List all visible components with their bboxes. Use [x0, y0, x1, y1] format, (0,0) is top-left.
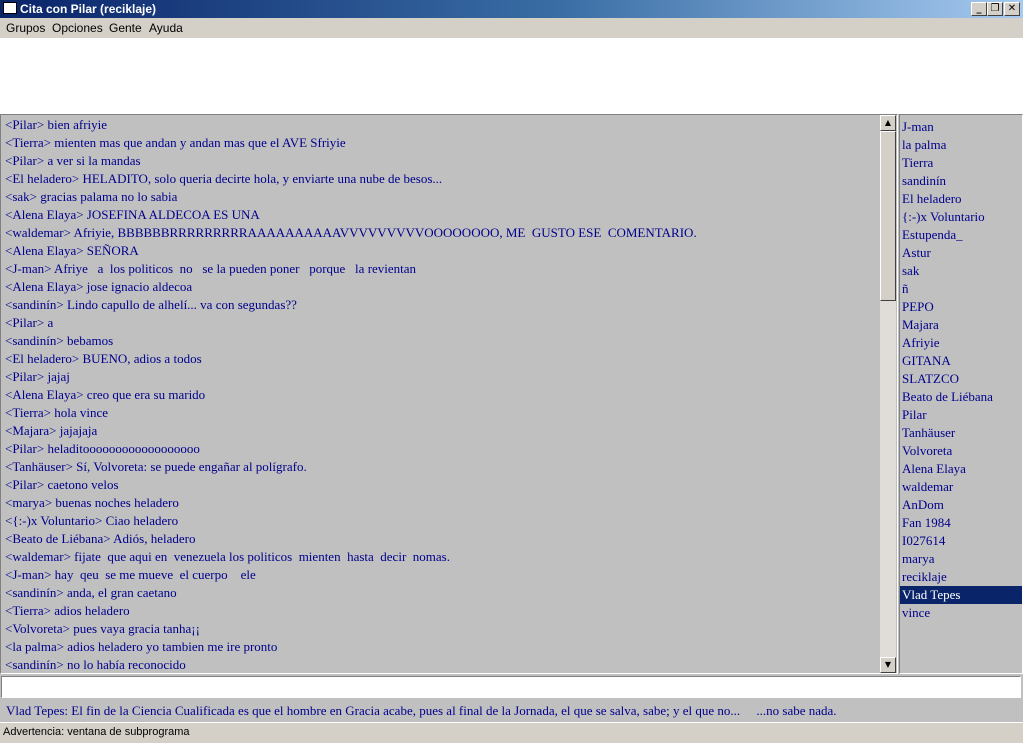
user-list-item[interactable]: Pilar: [900, 406, 1022, 424]
chat-message: <sandinín> bebamos: [5, 333, 114, 348]
minimize-button[interactable]: _: [971, 2, 987, 16]
chat-message: <Tierra> hola vince: [5, 405, 108, 420]
title-bar[interactable]: Cita con Pilar (reciklaje) _ ❐ ✕: [0, 0, 1023, 18]
chat-message: <sak> gracias palama no lo sabia: [5, 189, 178, 204]
user-list-item[interactable]: PEPO: [900, 298, 1022, 316]
user-list-item[interactable]: waldemar: [900, 478, 1022, 496]
user-list-items: J-man la palma Tierra sandinín El heladero {:…: [900, 118, 1022, 622]
user-list-item[interactable]: Beato de Liébana: [900, 388, 1022, 406]
user-list-item[interactable]: sak: [900, 262, 1022, 280]
chat-message: <marya> buenas noches heladero: [5, 495, 179, 510]
status-bar: Advertencia: ventana de subprograma: [0, 722, 1023, 743]
chat-message: <{:-)x Voluntario> Ciao heladero: [5, 513, 179, 528]
close-button[interactable]: ✕: [1004, 2, 1020, 16]
scroll-thumb[interactable]: [880, 131, 896, 301]
user-list-item[interactable]: Tierra: [900, 154, 1022, 172]
menu-gente[interactable]: Gente: [109, 21, 142, 35]
chat-message: <waldemar> Afriyie, BBBBBBRRRRRRRRRAAAAA…: [5, 225, 697, 240]
user-list-item[interactable]: Fan 1984: [900, 514, 1022, 532]
user-list-item[interactable]: El heladero: [900, 190, 1022, 208]
user-list-item[interactable]: I027614: [900, 532, 1022, 550]
user-list-item[interactable]: la palma: [900, 136, 1022, 154]
user-list-item[interactable]: vince: [900, 604, 1022, 622]
menu-opciones[interactable]: Opciones: [52, 21, 103, 35]
chat-message: <sandinín> Lindo capullo de alhelí... va…: [5, 297, 297, 312]
chat-message: <Volvoreta> pues vaya gracia tanha¡¡: [5, 621, 200, 636]
chat-message: <Pilar> bien afriyie: [5, 117, 108, 132]
user-list-item[interactable]: Astur: [900, 244, 1022, 262]
restore-button[interactable]: ❐: [987, 2, 1003, 16]
user-list-item[interactable]: Tanhäuser: [900, 424, 1022, 442]
user-list-item[interactable]: reciklaje: [900, 568, 1022, 586]
chat-message: <Pilar> caetono velos: [5, 477, 119, 492]
chat-message: <sandinín> no lo había reconocido: [5, 657, 186, 672]
user-list-item[interactable]: SLATZCO: [900, 370, 1022, 388]
scroll-down-button[interactable]: ▼: [880, 657, 896, 673]
user-list-item[interactable]: Afriyie: [900, 334, 1022, 352]
user-list-item[interactable]: Volvoreta: [900, 442, 1022, 460]
chat-message: <J-man> Afriye a los politicos no se la …: [5, 261, 417, 276]
chat-message: <El heladero> BUENO, adios a todos: [5, 351, 202, 366]
chat-log[interactable]: <Pilar> bien afriyie <Tierra> mienten mas…: [0, 114, 898, 674]
menu-bar: Grupos Opciones Gente Ayuda: [0, 18, 1023, 38]
chat-message: <J-man> hay qeu se me mueve el cuerpo el…: [5, 567, 256, 582]
user-list-item[interactable]: Alena Elaya: [900, 460, 1022, 478]
chat-scrollbar[interactable]: ▲ ▼: [880, 115, 896, 673]
scroll-up-button[interactable]: ▲: [880, 115, 896, 131]
chat-message: <Pilar> heladitoooooooooooooooooo: [5, 441, 200, 456]
window-title: Cita con Pilar (reciklaje): [20, 2, 157, 16]
quote-line: Vlad Tepes: El fin de la Ciencia Cualifi…: [0, 700, 1023, 722]
status-text: Advertencia: ventana de subprograma: [3, 726, 190, 738]
chat-message: <Alena Elaya> SEÑORA: [5, 243, 139, 258]
user-list[interactable]: J-man la palma Tierra sandinín El heladero {:…: [899, 114, 1023, 674]
menu-grupos[interactable]: Grupos: [6, 21, 45, 35]
user-list-item[interactable]: marya: [900, 550, 1022, 568]
chat-message: <Alena Elaya> JOSEFINA ALDECOA ES UNA: [5, 207, 260, 222]
user-list-item[interactable]: Estupenda_: [900, 226, 1022, 244]
message-input[interactable]: [1, 676, 1021, 698]
user-list-item[interactable]: Vlad Tepes: [900, 586, 1022, 604]
applet-area: [0, 38, 1023, 114]
menu-ayuda[interactable]: Ayuda: [149, 21, 183, 35]
user-list-item[interactable]: GITANA: [900, 352, 1022, 370]
chat-message: <Beato de Liébana> Adiós, heladero: [5, 531, 196, 546]
chat-message: <Tierra> adios heladero: [5, 603, 130, 618]
user-list-item[interactable]: Majara: [900, 316, 1022, 334]
chat-lines: <Pilar> bien afriyie <Tierra> mienten mas…: [5, 116, 877, 674]
chat-message: <Alena Elaya> jose ignacio aldecoa: [5, 279, 193, 294]
user-list-item[interactable]: J-man: [900, 118, 1022, 136]
user-list-item[interactable]: AnDom: [900, 496, 1022, 514]
user-list-item[interactable]: {:-)x Voluntario: [900, 208, 1022, 226]
chat-message: <Pilar> a: [5, 315, 54, 330]
user-list-item[interactable]: ñ: [900, 280, 1022, 298]
app-icon: [3, 2, 17, 14]
chat-message: <Pilar> a ver si la mandas: [5, 153, 141, 168]
chat-message: <la palma> adios heladero yo tambien me …: [5, 639, 278, 654]
chat-message: <Majara> jajajaja: [5, 423, 98, 438]
chat-message: <sandinín> anda, el gran caetano: [5, 585, 177, 600]
chat-message: <waldemar> fijate que aqui en venezuela …: [5, 549, 450, 564]
chat-message: <Tierra> mienten mas que andan y andan m…: [5, 135, 346, 150]
chat-message: <Tanhäuser> Sí, Volvoreta: se puede enga…: [5, 459, 307, 474]
chat-message: <El heladero> HELADITO, solo queria deci…: [5, 171, 443, 186]
chat-message: <Alena Elaya> creo que era su marido: [5, 387, 206, 402]
chat-message: <Pilar> jajaj: [5, 369, 70, 384]
user-list-item[interactable]: sandinín: [900, 172, 1022, 190]
